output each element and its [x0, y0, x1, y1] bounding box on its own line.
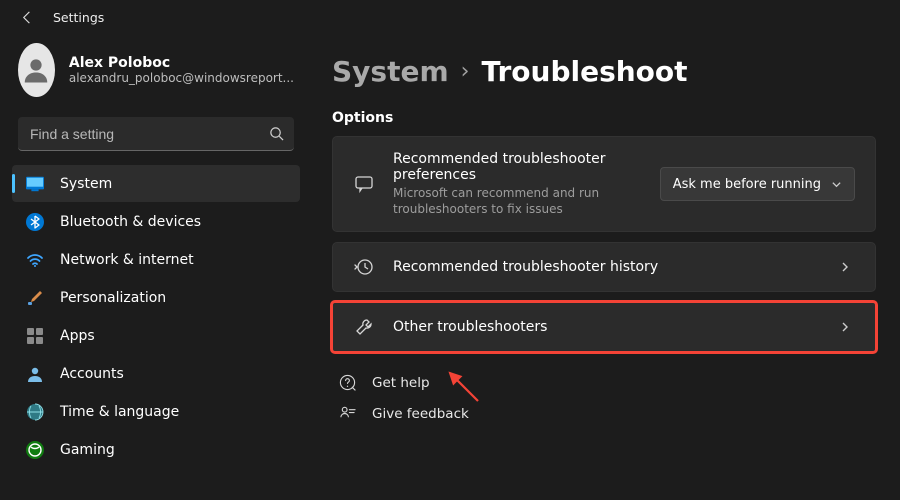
sidebar-item-time[interactable]: Time & language: [12, 393, 300, 430]
brush-icon: [26, 289, 44, 307]
sidebar-item-personalization[interactable]: Personalization: [12, 279, 300, 316]
section-label: Options: [332, 110, 876, 126]
troubleshooter-preference-dropdown[interactable]: Ask me before running: [660, 167, 855, 201]
breadcrumb: System › Troubleshoot: [332, 55, 876, 88]
breadcrumb-parent[interactable]: System: [332, 55, 449, 88]
chevron-right-icon: ›: [461, 59, 470, 84]
card-subtitle: Microsoft can recommend and run troubles…: [393, 185, 642, 217]
card-other-troubleshooters[interactable]: Other troubleshooters: [332, 302, 876, 352]
sidebar-item-gaming[interactable]: Gaming: [12, 431, 300, 468]
card-title: Recommended troubleshooter history: [393, 259, 817, 275]
user-email: alexandru_poloboc@windowsreport...: [69, 71, 294, 85]
sidebar-item-network[interactable]: Network & internet: [12, 241, 300, 278]
card-title: Other troubleshooters: [393, 319, 817, 335]
search-icon: [269, 126, 284, 141]
user-profile[interactable]: Alex Poloboc alexandru_poloboc@windowsre…: [12, 39, 300, 109]
help-icon: [338, 374, 356, 391]
bluetooth-icon: [26, 213, 44, 231]
search-box[interactable]: [18, 117, 294, 151]
sidebar-item-label: Accounts: [60, 366, 124, 382]
sidebar-item-apps[interactable]: Apps: [12, 317, 300, 354]
user-name: Alex Poloboc: [69, 55, 294, 71]
sidebar-item-bluetooth[interactable]: Bluetooth & devices: [12, 203, 300, 240]
sidebar-item-label: System: [60, 176, 112, 192]
breadcrumb-leaf: Troubleshoot: [481, 55, 687, 88]
search-input[interactable]: [30, 126, 269, 142]
monitor-icon: [26, 175, 44, 193]
footer-link-label: Give feedback: [372, 406, 469, 422]
apps-icon: [26, 327, 44, 345]
main-content: System › Troubleshoot Options Recommende…: [308, 25, 900, 468]
footer-link-label: Get help: [372, 375, 430, 391]
sidebar: Alex Poloboc alexandru_poloboc@windowsre…: [0, 25, 308, 468]
app-title: Settings: [53, 10, 104, 25]
card-title: Recommended troubleshooter preferences: [393, 151, 642, 183]
get-help-link[interactable]: Get help: [338, 374, 876, 391]
sidebar-item-label: Bluetooth & devices: [60, 214, 201, 230]
avatar: [18, 43, 55, 97]
sidebar-item-label: Personalization: [60, 290, 166, 306]
chevron-right-icon: [835, 321, 855, 333]
chevron-down-icon: [831, 179, 842, 190]
sidebar-item-label: Apps: [60, 328, 95, 344]
dropdown-value: Ask me before running: [673, 177, 821, 192]
accounts-icon: [26, 365, 44, 383]
back-icon[interactable]: [20, 10, 35, 25]
wifi-icon: [26, 251, 44, 269]
sidebar-item-system[interactable]: System: [12, 165, 300, 202]
sidebar-item-label: Time & language: [60, 404, 179, 420]
card-recommended-preferences: Recommended troubleshooter preferences M…: [332, 136, 876, 232]
wrench-icon: [353, 317, 375, 337]
nav-list: System Bluetooth & devices Network & int…: [12, 165, 300, 468]
sidebar-item-label: Gaming: [60, 442, 115, 458]
chevron-right-icon: [835, 261, 855, 273]
history-icon: [353, 257, 375, 277]
sidebar-item-label: Network & internet: [60, 252, 194, 268]
give-feedback-link[interactable]: Give feedback: [338, 405, 876, 422]
clock-globe-icon: [26, 403, 44, 421]
card-troubleshooter-history[interactable]: Recommended troubleshooter history: [332, 242, 876, 292]
sidebar-item-accounts[interactable]: Accounts: [12, 355, 300, 392]
chat-icon: [353, 174, 375, 194]
gaming-icon: [26, 441, 44, 459]
feedback-icon: [338, 405, 356, 422]
